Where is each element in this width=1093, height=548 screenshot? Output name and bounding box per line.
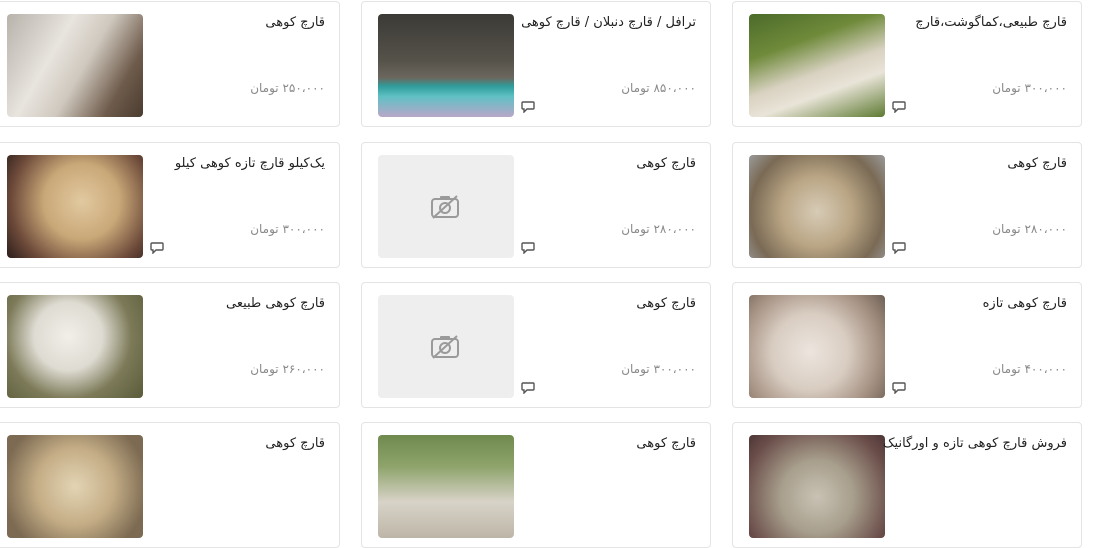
chat-icon[interactable] <box>521 101 535 113</box>
listing-photo <box>749 155 885 258</box>
listing-card[interactable]: قارچ کوهی ۲۸۰،۰۰۰ تومان <box>361 142 711 268</box>
listing-title: قارچ کوهی <box>265 15 325 30</box>
listing-price: ۲۸۰،۰۰۰ تومان <box>621 222 696 236</box>
listing-card[interactable]: قارچ کوهی <box>361 422 711 548</box>
listing-title: ترافل / قارچ دنبلان / قارچ کوهی <box>521 15 696 30</box>
listing-price: ۳۰۰،۰۰۰ تومان <box>621 362 696 376</box>
listing-title: قارچ کوهی <box>265 436 325 451</box>
listing-price: ۸۵۰،۰۰۰ تومان <box>621 81 696 95</box>
listing-price: ۳۰۰،۰۰۰ تومان <box>250 222 325 236</box>
listing-photo <box>378 14 514 117</box>
listing-card[interactable]: ترافل / قارچ دنبلان / قارچ کوهی ۸۵۰،۰۰۰ … <box>361 1 711 127</box>
no-image-icon <box>431 195 459 219</box>
chat-icon[interactable] <box>892 382 906 394</box>
listing-title: قارچ کوهی <box>636 296 696 311</box>
listing-card[interactable]: قارچ کوهی ۲۸۰،۰۰۰ تومان <box>732 142 1082 268</box>
chat-icon[interactable] <box>521 242 535 254</box>
image-placeholder <box>378 295 514 398</box>
listing-card[interactable]: قارچ کوهی <box>0 422 340 548</box>
listing-card[interactable]: قارچ طبیعی،کماگوشت،قارچ ۳۰۰،۰۰۰ تومان <box>732 1 1082 127</box>
listing-card[interactable]: قارچ کوهی ۳۰۰،۰۰۰ تومان <box>361 282 711 408</box>
listing-title: قارچ کوهی <box>636 156 696 171</box>
listing-photo <box>7 14 143 117</box>
listing-card[interactable]: قارچ کوهی طبیعی ۲۶۰،۰۰۰ تومان <box>0 282 340 408</box>
image-placeholder <box>378 155 514 258</box>
listing-title: قارچ کوهی <box>1007 156 1067 171</box>
listing-photo <box>378 435 514 538</box>
listing-price: ۳۰۰،۰۰۰ تومان <box>992 81 1067 95</box>
chat-icon[interactable] <box>892 242 906 254</box>
listing-title: فروش قارچ کوهی تازه و اورگانیک <box>882 436 1067 451</box>
chat-icon[interactable] <box>521 382 535 394</box>
listing-photo <box>7 295 143 398</box>
listing-price: ۲۶۰،۰۰۰ تومان <box>250 362 325 376</box>
listing-photo <box>749 435 885 538</box>
listing-price: ۲۵۰،۰۰۰ تومان <box>250 81 325 95</box>
chat-icon[interactable] <box>150 242 164 254</box>
listing-price: ۴۰۰،۰۰۰ تومان <box>992 362 1067 376</box>
listing-photo <box>7 435 143 538</box>
listing-card[interactable]: قارچ کوهی تازه ۴۰۰،۰۰۰ تومان <box>732 282 1082 408</box>
listing-photo <box>7 155 143 258</box>
chat-icon[interactable] <box>892 101 906 113</box>
listing-card[interactable]: قارچ کوهی ۲۵۰،۰۰۰ تومان <box>0 1 340 127</box>
listing-title: قارچ کوهی تازه <box>982 296 1067 311</box>
no-image-icon <box>431 335 459 359</box>
listing-photo <box>749 295 885 398</box>
listing-photo <box>749 14 885 117</box>
listing-title: قارچ کوهی <box>636 436 696 451</box>
listing-title: قارچ طبیعی،کماگوشت،قارچ <box>915 15 1067 30</box>
listing-card[interactable]: فروش قارچ کوهی تازه و اورگانیک <box>732 422 1082 548</box>
listing-card[interactable]: یک‌کیلو قارچ تازه کوهی کیلو ۳۰۰،۰۰۰ توما… <box>0 142 340 268</box>
listing-price: ۲۸۰،۰۰۰ تومان <box>992 222 1067 236</box>
listing-title: قارچ کوهی طبیعی <box>225 296 325 311</box>
listing-title: یک‌کیلو قارچ تازه کوهی کیلو <box>174 156 325 171</box>
